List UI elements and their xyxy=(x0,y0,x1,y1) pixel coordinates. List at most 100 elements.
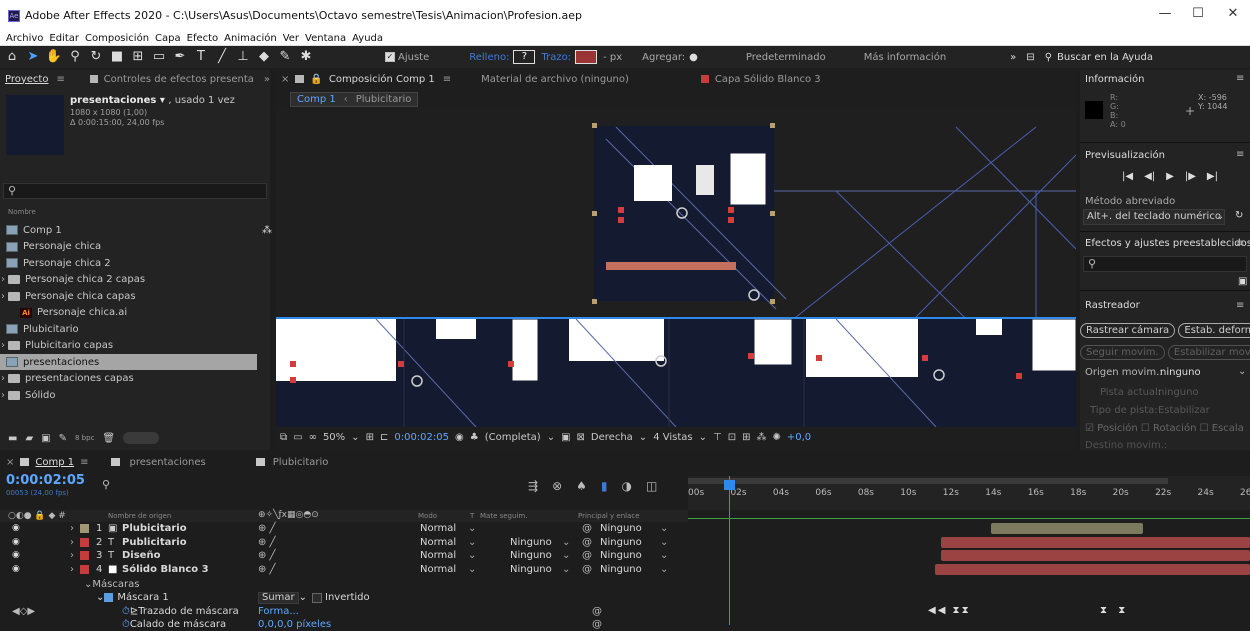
dropdown-icon[interactable]: ⌄ xyxy=(562,537,570,548)
info-panel-menu-icon[interactable]: ≡ xyxy=(1236,73,1244,84)
dropdown-icon[interactable]: ⌄ xyxy=(639,432,647,443)
comp-mini-flowchart-icon[interactable]: ⇶ xyxy=(528,479,538,493)
graph-icon[interactable]: ⊵ xyxy=(130,606,138,617)
new-preset-icon[interactable]: ▣ xyxy=(1238,276,1247,287)
rectangle-icon[interactable]: ▭ xyxy=(150,49,168,65)
track-motion-button[interactable]: Seguir movim. xyxy=(1080,345,1165,360)
agregar-label[interactable]: Agregar: xyxy=(642,52,685,63)
playhead[interactable] xyxy=(724,476,736,625)
project-item[interactable]: › Plubicitario capas xyxy=(0,338,257,354)
dropdown-icon[interactable]: ⌄ xyxy=(660,537,668,548)
layer-switches[interactable]: ⊕ ╱ xyxy=(258,537,276,548)
chevron-right-icon[interactable]: › xyxy=(1,390,5,401)
pickwhip-icon[interactable]: @ xyxy=(582,564,592,575)
brush-icon[interactable]: ╱ xyxy=(213,49,231,65)
minimize-button[interactable]: — xyxy=(1150,6,1180,21)
warp-stabilizer-button[interactable]: Estab. deform. xyxy=(1178,323,1250,338)
hand-icon[interactable]: ✋ xyxy=(45,49,63,65)
resolution-select[interactable]: (Completa) xyxy=(485,432,541,443)
pickwhip-icon[interactable]: @ xyxy=(582,537,592,548)
masks-group[interactable]: ⌄ Máscaras xyxy=(84,578,139,591)
pen-icon[interactable]: ✒ xyxy=(171,49,189,65)
chevron-right-icon[interactable]: › xyxy=(1,373,5,384)
workspace-predeterminado[interactable]: Predeterminado xyxy=(746,52,826,63)
layer-mode-select[interactable]: Normal xyxy=(420,550,456,561)
mask-visibility-icon[interactable]: ⊏ xyxy=(380,432,388,443)
workspace-menu-icon[interactable]: ⊟ xyxy=(1026,52,1034,63)
layer-label-color[interactable] xyxy=(80,524,89,533)
project-item[interactable]: Personaje chica 2 xyxy=(0,255,257,271)
flowchart-icon[interactable]: ⁂ xyxy=(262,225,272,236)
menu-editar[interactable]: Editar xyxy=(49,33,79,44)
mask-path-keyframes-b[interactable]: ⧗ ⧗ xyxy=(1100,605,1129,616)
monitor-icon[interactable]: ▭ xyxy=(293,432,302,443)
layer-duration-bar[interactable] xyxy=(940,550,1250,561)
workspace-overflow-icon[interactable]: » xyxy=(1010,52,1016,63)
project-item[interactable]: › Sólido xyxy=(0,387,257,403)
help-search-input[interactable]: Buscar en la Ayuda xyxy=(1057,52,1153,63)
inverted-checkbox[interactable]: Invertido xyxy=(312,591,370,604)
dropdown-icon[interactable]: ⌄ xyxy=(1238,366,1246,377)
layer-duration-bar[interactable] xyxy=(991,523,1144,534)
home-icon[interactable]: ⌂ xyxy=(3,49,21,65)
layer-mode-select[interactable]: Normal xyxy=(420,537,456,548)
stopwatch-icon[interactable]: ⏱ xyxy=(122,606,130,617)
dropdown-icon[interactable]: ⌄ xyxy=(660,550,668,561)
close-button[interactable]: ✕ xyxy=(1218,6,1248,21)
exposure-icon[interactable]: ✺ xyxy=(773,432,781,443)
close-tab-icon[interactable]: × xyxy=(6,457,14,468)
tab-material-archivo[interactable]: Material de archivo (ninguno) xyxy=(481,74,629,85)
chevron-down-icon[interactable]: ⌄ xyxy=(96,592,104,603)
track-type-select[interactable]: Estabilizar xyxy=(1158,405,1210,416)
fill-swatch[interactable]: ? xyxy=(513,50,536,64)
maximize-button[interactable]: ☐ xyxy=(1183,6,1213,21)
ajuste-toggle[interactable]: ✓ Ajuste xyxy=(385,51,429,63)
menu-animacion[interactable]: Animación xyxy=(224,33,277,44)
roi-icon[interactable]: ▣ xyxy=(561,432,570,443)
views-layout-select[interactable]: 4 Vistas xyxy=(653,432,692,443)
menu-ayuda[interactable]: Ayuda xyxy=(352,33,383,44)
stroke-swatch[interactable] xyxy=(575,50,598,64)
work-area-bar[interactable] xyxy=(688,478,1168,484)
stroke-width[interactable]: - px xyxy=(603,52,622,63)
current-time-display[interactable]: 0:00:02:05 xyxy=(394,432,449,443)
layer-duration-bar[interactable] xyxy=(940,536,1250,548)
tab-controles-efectos[interactable]: Controles de efectos presenta xyxy=(104,74,254,85)
chevron-right-icon[interactable]: › xyxy=(70,564,74,575)
tab-composicion[interactable]: Composición Comp 1 xyxy=(329,74,435,85)
panel-overflow-icon[interactable]: » xyxy=(264,74,270,85)
new-folder-icon[interactable]: ▰ xyxy=(25,433,33,444)
dropdown-icon[interactable]: ⌄ xyxy=(468,537,476,548)
layer-name[interactable]: Plubicitario xyxy=(122,523,187,534)
position-checkbox[interactable]: ☑ xyxy=(1085,423,1094,434)
camera-icon[interactable]: ■ xyxy=(108,49,126,65)
fast-preview-icon[interactable]: ⊡ xyxy=(728,432,736,443)
layer-row[interactable]: ◉ › 4 ■ Sólido Blanco 3 ⊕ ╱ Normal ⌄ Ninguno ⌄ @ Ni… xyxy=(0,563,688,576)
project-search-input[interactable]: ⚲ xyxy=(3,183,267,199)
chevron-down-icon[interactable]: ⌄ xyxy=(84,579,92,590)
add-icon[interactable]: ● xyxy=(689,52,698,63)
adjust-icon[interactable]: ✎ xyxy=(59,433,67,444)
toggle-pixel-icon[interactable]: ⊤ xyxy=(713,432,722,443)
project-item[interactable]: Comp 1 xyxy=(0,222,257,238)
dropdown-icon[interactable]: ⌄ xyxy=(468,564,476,575)
visibility-eye-icon[interactable]: ◉ xyxy=(12,564,20,574)
bounding-handle[interactable] xyxy=(592,123,597,128)
flowchart-icon[interactable]: ⁂ xyxy=(757,432,767,443)
project-item[interactable]: Ai Personaje chica.ai xyxy=(0,305,257,321)
col-principal[interactable]: Principal y enlace xyxy=(578,512,640,520)
mask-path-keyframes-a[interactable]: ◀◀ ⧗⧗ xyxy=(928,605,971,616)
workspace-mas-informacion[interactable]: Más información xyxy=(864,52,946,63)
dropdown-icon[interactable]: ⌄ xyxy=(351,432,359,443)
menu-efecto[interactable]: Efecto xyxy=(187,33,219,44)
layer-switches[interactable]: ⊕ ╱ xyxy=(258,523,276,534)
motion-blur-icon[interactable]: ◑ xyxy=(622,479,632,493)
keyframe-nav[interactable]: ◀ ◇ ▶ xyxy=(12,605,35,618)
zoom-icon[interactable]: ⚲ xyxy=(66,49,84,65)
take-snapshot-icon[interactable]: ◉ xyxy=(455,432,464,443)
preview-panel-menu-icon[interactable]: ≡ xyxy=(1236,149,1244,160)
magnification-select[interactable]: 50% xyxy=(323,432,345,443)
frame-blending-icon[interactable]: ▮ xyxy=(601,479,608,493)
col-t[interactable]: T xyxy=(470,512,474,520)
exposure-value[interactable]: +0,0 xyxy=(787,432,811,443)
